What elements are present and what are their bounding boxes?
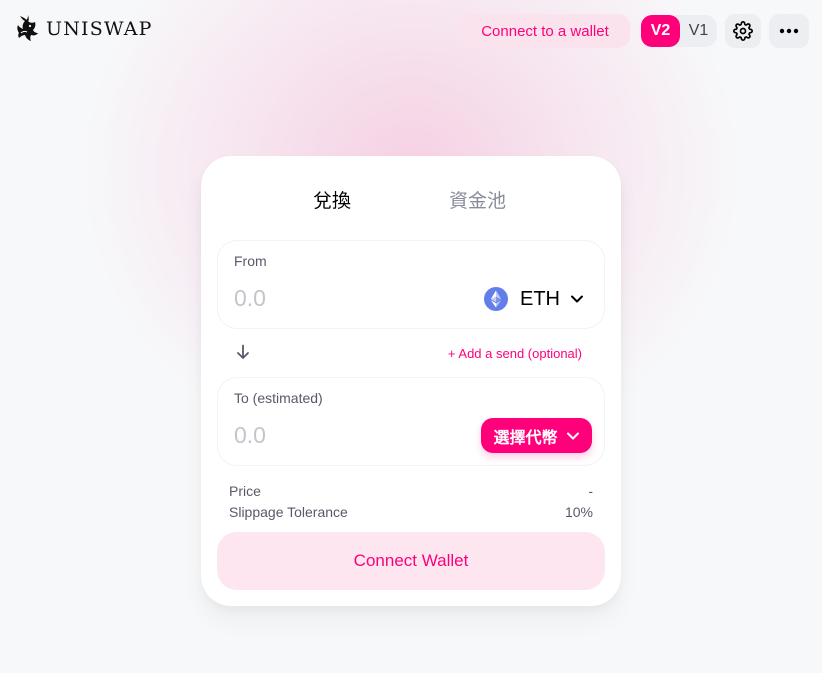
price-row: Price - — [229, 483, 593, 499]
version-toggle: V2 V1 — [641, 15, 717, 47]
to-label: To (estimated) — [234, 390, 323, 406]
to-amount-input[interactable]: 0.0 — [234, 422, 266, 449]
from-token-select[interactable]: ETH — [484, 285, 584, 313]
to-panel: To (estimated) 0.0 選擇代幣 — [217, 377, 605, 466]
ethereum-icon — [484, 287, 508, 311]
slippage-value: 10% — [564, 504, 593, 520]
from-amount-input[interactable]: 0.0 — [234, 285, 266, 312]
slippage-label: Slippage Tolerance — [229, 504, 348, 520]
top-header: UNISWAP Connect to a wallet V2 V1 — [0, 0, 822, 64]
tab-pool[interactable]: 資金池 — [449, 186, 506, 213]
version-v2-button[interactable]: V2 — [641, 15, 680, 47]
arrow-down-icon[interactable] — [236, 344, 250, 360]
unicorn-logo-icon — [17, 15, 38, 41]
more-menu-button[interactable] — [769, 14, 809, 48]
version-v1-button[interactable]: V1 — [680, 15, 717, 47]
chevron-down-icon — [566, 432, 579, 439]
logo-text: UNISWAP — [46, 18, 153, 40]
chevron-down-icon — [571, 295, 583, 303]
connect-wallet-header-button[interactable]: Connect to a wallet — [460, 14, 630, 48]
uniswap-logo[interactable]: UNISWAP — [14, 12, 153, 46]
swap-card: 兌換 資金池 From 0.0 ETH + Add a send (option… — [201, 156, 621, 606]
add-send-link[interactable]: + Add a send (optional) — [448, 346, 582, 361]
settings-button[interactable] — [725, 14, 761, 48]
ellipsis-icon — [779, 28, 799, 34]
select-token-button[interactable]: 選擇代幣 — [481, 418, 592, 453]
from-label: From — [234, 253, 267, 269]
from-token-name: ETH — [520, 287, 560, 310]
gear-icon — [733, 21, 753, 41]
price-label: Price — [229, 483, 261, 499]
select-token-label: 選擇代幣 — [493, 427, 558, 447]
connect-wallet-button[interactable]: Connect Wallet — [217, 532, 605, 590]
slippage-row: Slippage Tolerance 10% — [229, 504, 593, 520]
from-panel: From 0.0 ETH — [217, 240, 605, 329]
price-value: - — [588, 483, 593, 499]
tab-swap[interactable]: 兌換 — [313, 186, 351, 213]
